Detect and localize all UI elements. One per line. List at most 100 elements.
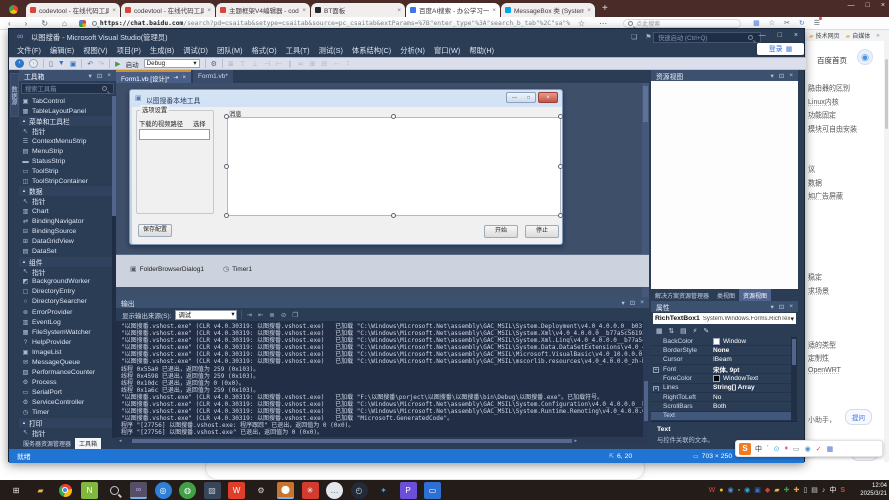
page-scrollbar[interactable] — [884, 41, 889, 462]
selection-handle[interactable] — [224, 164, 229, 169]
tab-close-icon[interactable]: × — [492, 7, 496, 14]
output-log[interactable]: "以图搜番.vshost.exe" (CLR v4.0.30319: 以图搜番.… — [116, 321, 643, 437]
toolbox-item[interactable]: ◩BackgroundWorker — [19, 277, 116, 287]
stop-button[interactable]: 停止 — [525, 225, 559, 238]
output-header[interactable]: 输出 ▾ ⊡ × — [116, 297, 649, 308]
tab-close-icon[interactable]: × — [207, 7, 211, 14]
toolbox-item[interactable]: ↖指针 — [19, 267, 116, 277]
bookmark-item[interactable]: ▰自媒体 — [846, 31, 871, 40]
toolbox-item[interactable]: ↖指针 — [19, 126, 116, 136]
sidebar-tab-data-sources[interactable]: 数据源 — [10, 73, 19, 117]
pin-icon[interactable]: ⊡ — [779, 72, 784, 80]
solution-config-dropdown[interactable]: Debug▾ — [144, 59, 200, 68]
toolbar-icon[interactable]: ∥ — [288, 60, 292, 68]
properties-tool-icon[interactable]: ⚡ — [693, 327, 698, 335]
notification-flag-icon[interactable]: ⚑ — [645, 33, 651, 41]
new-tab-button[interactable]: + — [602, 3, 608, 14]
browser-tab[interactable]: codevtool - 在线代码工具站× — [121, 3, 215, 17]
tab-close-icon[interactable]: × — [397, 7, 401, 14]
baidu-home-link[interactable]: 百度首页 — [817, 55, 847, 66]
toolbox-item[interactable]: ⇄BindingNavigator — [19, 217, 116, 227]
tray-icon[interactable]: ▰ — [774, 486, 779, 494]
ime-indicator[interactable]: 中 — [829, 485, 836, 495]
path-textbox[interactable] — [139, 129, 210, 140]
toolbox-section[interactable]: ▴数据 — [19, 186, 116, 196]
vs-close-icon[interactable]: × — [794, 32, 798, 39]
browser-tab[interactable]: BT面板× — [311, 3, 405, 17]
tab-close-icon[interactable]: × — [587, 7, 591, 14]
feishu-app[interactable]: ✦ — [375, 482, 392, 499]
toolbox-item[interactable]: ▥EventLog — [19, 317, 116, 327]
overflow-chevron-icon[interactable]: » — [876, 33, 879, 39]
ime-icon[interactable]: ◉ — [805, 445, 811, 453]
close-icon[interactable]: × — [789, 303, 793, 310]
toolbox-item[interactable]: ⚙ServiceController — [19, 397, 116, 407]
photos-app[interactable]: ▨ — [204, 482, 221, 499]
vs-minimize-icon[interactable]: — — [759, 32, 766, 39]
sync-icon[interactable]: ↻ — [799, 19, 805, 27]
toolbox-item[interactable]: ✉MessageQueue — [19, 357, 116, 367]
properties-header[interactable]: 属性 ▾ ⊡ × — [651, 301, 798, 312]
output-tool-icon[interactable]: ⇤ — [258, 311, 263, 319]
selection-handle[interactable] — [224, 213, 229, 218]
properties-tool-icon[interactable]: ✎ — [703, 327, 709, 335]
dock-tab-2[interactable]: 资源视图 — [739, 289, 771, 301]
tray-icon[interactable]: ◉ — [727, 486, 733, 494]
toolbox-item[interactable]: ⊞DataGridView — [19, 237, 116, 247]
menu-item[interactable]: 格式(O) — [252, 46, 277, 56]
file-explorer[interactable]: ▰ — [32, 482, 49, 499]
menu-item[interactable]: 帮助(H) — [469, 46, 494, 56]
selection-handle[interactable] — [391, 114, 396, 119]
tab-close-icon[interactable]: × — [112, 7, 116, 14]
toolbox-item[interactable]: ⊗ErrorProvider — [19, 307, 116, 317]
toolbox-item[interactable]: ▥Chart — [19, 207, 116, 217]
properties-tool-icon[interactable]: ▦ — [656, 327, 662, 335]
ask-button[interactable]: 提问 — [845, 409, 872, 425]
chevron-down-icon[interactable]: ▾ — [621, 299, 624, 307]
browser-maximize-icon[interactable]: □ — [866, 2, 870, 9]
menu-item[interactable]: 编辑(E) — [50, 46, 74, 56]
browser-tab[interactable]: MessageBox 类 (System.W× — [501, 3, 595, 17]
notepad-app[interactable]: N — [81, 482, 98, 499]
bookmark-item[interactable]: ▰技术网页 — [809, 31, 840, 40]
expand-icon[interactable]: + — [653, 367, 659, 373]
browser-tab[interactable]: codevtool - 在线代码工具站× — [26, 3, 120, 17]
pin-icon[interactable]: ⊡ — [630, 299, 635, 307]
navigate-back-icon[interactable]: ‹ — [15, 59, 24, 68]
toolbox-header[interactable]: 工具箱 ▾ ⊡ × — [19, 70, 116, 81]
app-p[interactable]: P — [400, 482, 417, 499]
resource-view-header[interactable]: 资源视图 ▾ ⊡ × — [651, 70, 798, 81]
selection-handle[interactable] — [558, 114, 563, 119]
property-row[interactable]: +LinesString[] Array — [651, 384, 791, 393]
navigate-forward-icon[interactable]: › — [29, 59, 38, 68]
toolbox-item[interactable]: ◷Timer — [19, 407, 116, 417]
menu-item[interactable]: 视图(V) — [83, 46, 107, 56]
url-field[interactable]: https://chat.baidu.com/search?pd=csaitab… — [100, 20, 570, 27]
dock-tab-toolbox[interactable]: 工具箱 — [75, 438, 101, 449]
toolbox-item[interactable]: ▦FileSystemWatcher — [19, 327, 116, 337]
reload-icon[interactable]: ↻ — [41, 19, 48, 28]
chevron-down-icon[interactable]: ▾ — [88, 72, 91, 80]
toolbox-section[interactable]: ▴组件 — [19, 257, 116, 267]
caret-left-icon[interactable]: ◂ — [119, 438, 122, 444]
app-green-circle[interactable]: ◍ — [179, 482, 196, 499]
ime-icon[interactable]: ♦ — [784, 445, 788, 452]
sogou-ime-bar[interactable]: S 中’⊙♦▭◉✓▦ — [735, 440, 883, 457]
property-row[interactable]: BorderStyleNone — [651, 346, 791, 355]
toolbox-item[interactable]: ○DirectorySearcher — [19, 297, 116, 307]
toolbox-item[interactable]: ▭SerialPort — [19, 387, 116, 397]
toolbox-item[interactable]: ▦TableLayoutPanel — [19, 106, 116, 116]
selection-handle[interactable] — [558, 164, 563, 169]
output-tool-icon[interactable]: ≣ — [269, 311, 274, 319]
output-vscrollbar[interactable] — [643, 321, 649, 437]
ime-icon[interactable]: ▭ — [793, 445, 800, 453]
properties-scrollbar[interactable] — [791, 337, 797, 421]
close-icon[interactable]: × — [107, 72, 111, 79]
selection-handle[interactable] — [558, 213, 563, 218]
menu-item[interactable]: 生成(B) — [150, 46, 174, 56]
properties-tool-icon[interactable]: ▤ — [680, 327, 686, 335]
tray-icon[interactable]: ● — [719, 487, 723, 494]
redo-icon[interactable]: ↷ — [98, 60, 104, 68]
messagebox-window[interactable]: ▭ — [424, 482, 441, 499]
property-row[interactable]: BackColorWindow — [651, 337, 791, 346]
